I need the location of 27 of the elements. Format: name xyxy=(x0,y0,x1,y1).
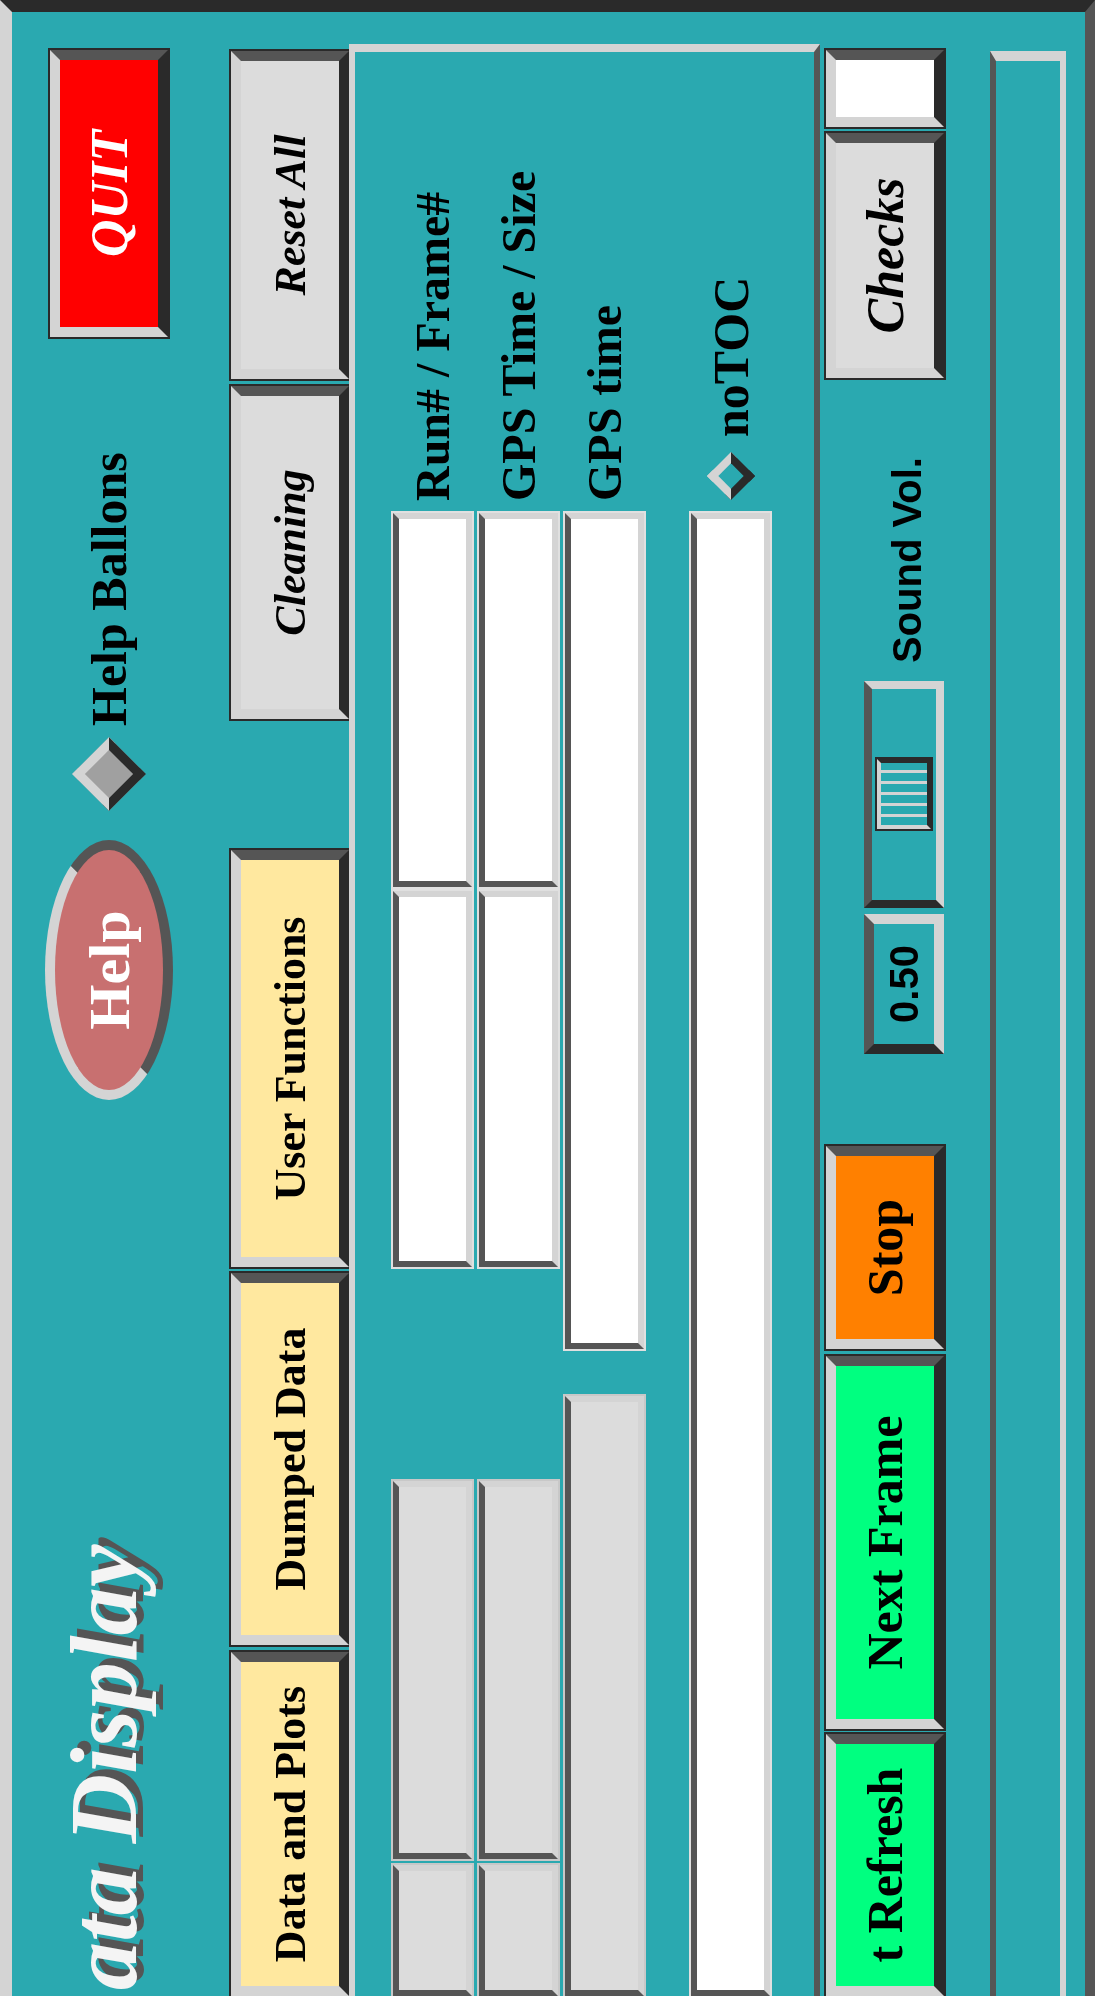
checks-button[interactable]: Checks xyxy=(826,133,944,378)
text-field[interactable] xyxy=(393,891,472,1267)
menu-button[interactable]: Data and Plots xyxy=(231,1652,349,1996)
blank-button[interactable] xyxy=(826,50,944,127)
volume-reading: 0.50 xyxy=(864,914,944,1054)
menu-button[interactable]: User Functions xyxy=(231,850,349,1267)
field-label: Run# / Frame# xyxy=(405,191,460,501)
help-balloons-label: Help Ballons xyxy=(80,452,138,726)
field-label: GPS time xyxy=(577,305,632,501)
text-field[interactable] xyxy=(691,513,770,1996)
slider-thumb[interactable] xyxy=(877,759,931,830)
menu-button[interactable]: Dumped Data xyxy=(231,1273,349,1645)
volume-slider[interactable] xyxy=(864,681,944,908)
control-button[interactable]: Stop xyxy=(826,1146,944,1349)
field-label: GPS Time / Size xyxy=(491,170,546,501)
text-field[interactable] xyxy=(393,513,472,887)
action-button[interactable]: Cleaning xyxy=(231,386,349,719)
control-button[interactable]: t Refresh xyxy=(826,1734,944,1996)
text-field[interactable] xyxy=(479,513,558,887)
text-field[interactable] xyxy=(565,513,644,1349)
action-button[interactable]: Reset All xyxy=(231,51,349,379)
quit-button[interactable]: QUIT xyxy=(50,50,168,337)
volume-label: Sound Vol. xyxy=(885,457,930,663)
notoc-label: noTOC xyxy=(701,276,760,437)
control-button[interactable]: Next Frame xyxy=(826,1356,944,1729)
text-field[interactable] xyxy=(479,891,558,1267)
help-button[interactable]: Help xyxy=(45,840,173,1100)
